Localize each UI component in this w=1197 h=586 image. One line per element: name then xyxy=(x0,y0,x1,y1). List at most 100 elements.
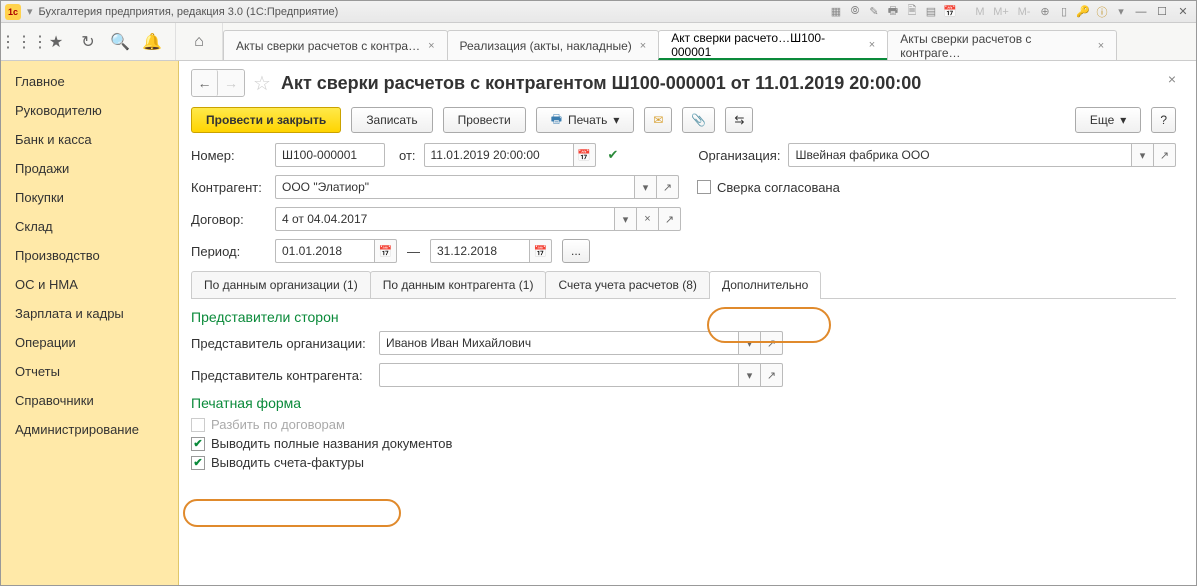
open-icon[interactable]: ↗ xyxy=(761,363,783,387)
write-button[interactable]: Записать xyxy=(351,107,432,133)
org-input[interactable]: Швейная фабрика ООО xyxy=(788,143,1132,167)
tab-item[interactable]: Акт сверки расчето…Ш100-000001× xyxy=(658,30,888,60)
document-content: × ← → ☆ Акт сверки расчетов с контрагент… xyxy=(179,61,1196,585)
period-select-button[interactable]: ... xyxy=(562,239,590,263)
doc-icon[interactable]: 🗎 xyxy=(904,4,920,20)
date-input[interactable]: 11.01.2019 20:00:00 xyxy=(424,143,574,167)
info-icon[interactable]: ⓘ xyxy=(1094,4,1110,20)
print-icon[interactable]: 🖶 xyxy=(885,4,901,20)
calendar-icon[interactable]: 📅 xyxy=(942,4,958,20)
open-icon[interactable]: ↗ xyxy=(659,207,681,231)
tab-item[interactable]: Реализация (акты, накладные) × xyxy=(447,30,660,60)
period-from-input[interactable]: 01.01.2018 xyxy=(275,239,375,263)
more-button[interactable]: Еще▾ xyxy=(1075,107,1141,133)
rep-org-input[interactable]: Иванов Иван Михайлович xyxy=(379,331,739,355)
zoom-icon[interactable]: ⊕ xyxy=(1037,4,1053,20)
table-icon[interactable]: ▤ xyxy=(923,4,939,20)
sidebar-item[interactable]: Продажи xyxy=(1,154,178,183)
post-and-close-button[interactable]: Провести и закрыть xyxy=(191,107,341,133)
contragent-input[interactable]: ООО "Элатиор" xyxy=(275,175,635,199)
sidebar-item[interactable]: Отчеты xyxy=(1,357,178,386)
rep-ctr-input[interactable] xyxy=(379,363,739,387)
period-to-input[interactable]: 31.12.2018 xyxy=(430,239,530,263)
m-plus-label[interactable]: M+ xyxy=(991,4,1011,20)
fullnames-checkbox[interactable]: ✔ xyxy=(191,437,205,451)
tab-item[interactable]: Акты сверки расчетов с контраге…× xyxy=(887,30,1117,60)
sidebar-item[interactable]: Справочники xyxy=(1,386,178,415)
close-document-icon[interactable]: × xyxy=(1168,71,1176,87)
sidebar-item[interactable]: Администрирование xyxy=(1,415,178,444)
calc-icon[interactable]: ▯ xyxy=(1056,4,1072,20)
close-icon[interactable]: × xyxy=(428,40,434,52)
email-button[interactable]: ✉ xyxy=(644,107,672,133)
dropdown-icon[interactable]: ▾ xyxy=(1113,4,1129,20)
dropdown-icon[interactable]: ▾ xyxy=(739,331,761,355)
toolbar-icon[interactable]: ⦾ xyxy=(847,4,863,20)
inner-tab[interactable]: По данным организации (1) xyxy=(191,271,371,298)
m-label[interactable]: M xyxy=(972,4,988,20)
rep-ctr-label: Представитель контрагента: xyxy=(191,368,379,383)
tab-item[interactable]: Акты сверки расчетов с контра…× xyxy=(223,30,448,60)
home-icon[interactable]: ⌂ xyxy=(186,29,212,55)
sidebar-item[interactable]: Главное xyxy=(1,67,178,96)
print-label: Печать xyxy=(568,113,607,127)
inner-tab-additional[interactable]: Дополнительно xyxy=(709,271,821,298)
app-toolbar: ⋮⋮⋮ ★ ↻ 🔍 🔔 ⌂ Акты сверки расчетов с кон… xyxy=(1,23,1196,61)
envelope-icon: ✉ xyxy=(653,113,663,127)
split-label: Разбить по договорам xyxy=(211,417,345,432)
contract-input[interactable]: 4 от 04.04.2017 xyxy=(275,207,615,231)
calendar-icon[interactable]: 📅 xyxy=(375,239,397,263)
print-button[interactable]: 🖶Печать▾ xyxy=(536,107,635,133)
bell-icon[interactable]: 🔔 xyxy=(139,29,165,55)
apps-icon[interactable]: ⋮⋮⋮ xyxy=(11,29,37,55)
open-icon[interactable]: ↗ xyxy=(657,175,679,199)
dropdown-icon[interactable]: ▾ xyxy=(635,175,657,199)
toolbar-icon[interactable]: ▦ xyxy=(828,4,844,20)
search-icon[interactable]: 🔍 xyxy=(107,29,133,55)
dropdown-icon[interactable]: ▾ xyxy=(615,207,637,231)
close-icon[interactable]: × xyxy=(869,39,875,51)
inner-tab[interactable]: По данным контрагента (1) xyxy=(370,271,547,298)
post-button[interactable]: Провести xyxy=(443,107,526,133)
sidebar-item[interactable]: Руководителю xyxy=(1,96,178,125)
forward-button[interactable]: → xyxy=(218,70,244,96)
split-checkbox[interactable] xyxy=(191,418,205,432)
clear-icon[interactable]: × xyxy=(637,207,659,231)
arrow-down-icon[interactable]: ▾ xyxy=(27,5,33,18)
dropdown-icon[interactable]: ▾ xyxy=(739,363,761,387)
invoices-checkbox[interactable]: ✔ xyxy=(191,456,205,470)
open-icon[interactable]: ↗ xyxy=(761,331,783,355)
inner-tab[interactable]: Счета учета расчетов (8) xyxy=(545,271,709,298)
history-icon[interactable]: ↻ xyxy=(75,29,101,55)
toolbar-icon[interactable]: ✎ xyxy=(866,4,882,20)
attach-button[interactable]: 📎 xyxy=(682,107,715,133)
status-check-icon[interactable]: ✔ xyxy=(608,147,619,163)
close-icon[interactable]: × xyxy=(640,40,646,52)
invoices-label: Выводить счета-фактуры xyxy=(211,455,364,470)
close-window-button[interactable]: ✕ xyxy=(1174,4,1192,20)
back-button[interactable]: ← xyxy=(192,70,218,96)
sidebar-item[interactable]: Зарплата и кадры xyxy=(1,299,178,328)
structure-button[interactable]: ⇆ xyxy=(725,107,753,133)
star-icon[interactable]: ★ xyxy=(43,29,69,55)
calendar-icon[interactable]: 📅 xyxy=(574,143,596,167)
dropdown-icon[interactable]: ▾ xyxy=(1132,143,1154,167)
number-input[interactable]: Ш100-000001 xyxy=(275,143,385,167)
favorite-star-icon[interactable]: ☆ xyxy=(253,71,271,96)
sidebar-item[interactable]: Банк и касса xyxy=(1,125,178,154)
minimize-button[interactable]: — xyxy=(1132,4,1150,20)
key-icon[interactable]: 🔑 xyxy=(1075,4,1091,20)
calendar-icon[interactable]: 📅 xyxy=(530,239,552,263)
open-icon[interactable]: ↗ xyxy=(1154,143,1176,167)
sidebar-item[interactable]: Операции xyxy=(1,328,178,357)
agreed-checkbox[interactable] xyxy=(697,180,711,194)
sidebar-item[interactable]: Покупки xyxy=(1,183,178,212)
m-minus-label[interactable]: M- xyxy=(1014,4,1034,20)
maximize-button[interactable]: ☐ xyxy=(1153,4,1171,20)
tab-label: Реализация (акты, накладные) xyxy=(460,39,632,53)
close-icon[interactable]: × xyxy=(1098,40,1104,52)
sidebar-item[interactable]: Производство xyxy=(1,241,178,270)
sidebar-item[interactable]: ОС и НМА xyxy=(1,270,178,299)
help-button[interactable]: ? xyxy=(1151,107,1176,133)
sidebar-item[interactable]: Склад xyxy=(1,212,178,241)
